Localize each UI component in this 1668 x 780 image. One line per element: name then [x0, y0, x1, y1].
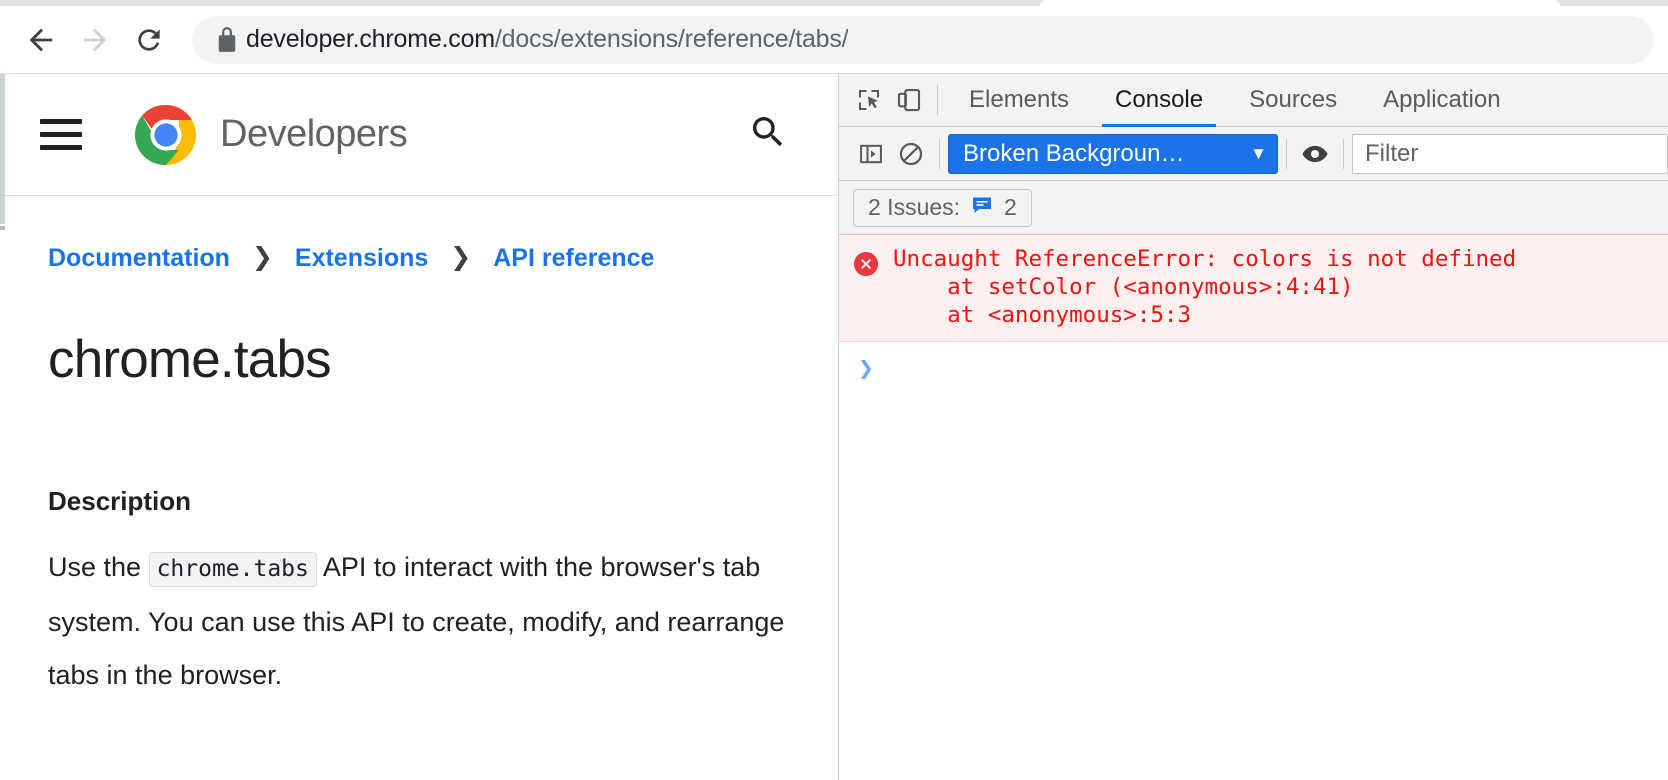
- issues-bar: 2 Issues: 2: [839, 181, 1668, 235]
- console-filter-placeholder: Filter: [1365, 139, 1419, 167]
- issues-count: 2: [1004, 194, 1017, 220]
- web-page-viewport: Developers Documentation ❯ Extensions ❯ …: [0, 74, 838, 780]
- error-message-text: Uncaught ReferenceError: colors is not d…: [893, 246, 1517, 328]
- tab-elements-label: Elements: [969, 86, 1070, 113]
- tab-sources[interactable]: Sources: [1226, 74, 1360, 127]
- breadcrumb-item-extensions[interactable]: Extensions: [295, 244, 428, 273]
- breadcrumb-item-api-reference[interactable]: API reference: [493, 244, 654, 273]
- clear-console-icon[interactable]: [891, 134, 931, 174]
- chevron-right-icon: ❯: [251, 243, 273, 271]
- issue-message-icon: [970, 193, 994, 222]
- lock-icon[interactable]: [210, 26, 244, 53]
- breadcrumb: Documentation ❯ Extensions ❯ API referen…: [48, 244, 798, 273]
- live-expression-eye-icon[interactable]: [1295, 134, 1335, 174]
- console-sidebar-icon[interactable]: [851, 134, 891, 174]
- chevron-right-icon: ❯: [450, 243, 472, 271]
- device-toolbar-icon[interactable]: [889, 80, 929, 120]
- devtools-tabs: Elements Console Sources Application: [946, 74, 1524, 127]
- tab-application[interactable]: Application: [1360, 74, 1523, 127]
- chevron-right-icon: ❯: [858, 354, 874, 384]
- forward-button[interactable]: [68, 13, 122, 67]
- inspect-element-icon[interactable]: [849, 80, 889, 120]
- reload-button[interactable]: [122, 13, 176, 67]
- reload-icon: [133, 24, 165, 56]
- tab-console[interactable]: Console: [1092, 74, 1226, 127]
- site-search-button[interactable]: [740, 107, 796, 163]
- toolbar-divider: [939, 138, 940, 169]
- description-paragraph: Use the chrome.tabs API to interact with…: [48, 541, 798, 702]
- hamburger-menu-icon[interactable]: [40, 115, 84, 155]
- tab-elements[interactable]: Elements: [946, 74, 1092, 127]
- js-context-value: Broken Backgroun…: [963, 139, 1185, 167]
- description-heading: Description: [48, 486, 192, 516]
- issues-label: 2 Issues:: [868, 194, 961, 220]
- back-button[interactable]: [14, 13, 68, 67]
- prompt-chevron-column: ❯: [839, 356, 893, 382]
- devtools-tab-bar: Elements Console Sources Application: [839, 74, 1668, 127]
- toolbar-divider: [1343, 138, 1344, 169]
- search-icon: [748, 112, 788, 157]
- breadcrumb-item-documentation[interactable]: Documentation: [48, 244, 230, 273]
- site-header: Developers: [0, 74, 838, 196]
- console-prompt-row[interactable]: ❯: [839, 342, 1668, 386]
- console-message-error[interactable]: Uncaught ReferenceError: colors is not d…: [839, 235, 1668, 342]
- doc-content: Documentation ❯ Extensions ❯ API referen…: [0, 196, 838, 702]
- chrome-logo-icon: [134, 103, 198, 167]
- error-icon-column: [839, 245, 893, 276]
- brand-name: Developers: [220, 113, 408, 155]
- page-title: chrome.tabs: [48, 330, 332, 389]
- inline-code-chrome-tabs: chrome.tabs: [148, 552, 317, 587]
- issues-chip[interactable]: 2 Issues: 2: [853, 188, 1032, 227]
- address-bar[interactable]: developer.chrome.com/docs/extensions/ref…: [192, 15, 1654, 64]
- console-toolbar: Broken Backgroun… ▼ Filter: [839, 127, 1668, 181]
- tab-console-label: Console: [1115, 86, 1204, 113]
- toolbar-divider: [1286, 138, 1287, 169]
- console-filter-input[interactable]: Filter: [1352, 133, 1668, 174]
- browser-toolbar: developer.chrome.com/docs/extensions/ref…: [0, 6, 1668, 74]
- console-input[interactable]: [893, 356, 1668, 386]
- screenshot-root: developer.chrome.com/docs/extensions/ref…: [0, 0, 1668, 780]
- arrow-left-icon: [24, 23, 58, 57]
- description-text-part1: Use the: [48, 552, 149, 582]
- url-path: /docs/extensions/reference/tabs/: [494, 25, 849, 53]
- brand-lockup[interactable]: Developers: [134, 103, 408, 167]
- arrow-right-icon: [78, 23, 112, 57]
- address-bar-text: developer.chrome.com/docs/extensions/ref…: [246, 25, 848, 54]
- url-host: developer.chrome.com: [246, 25, 495, 53]
- chevron-down-icon: ▼: [1250, 144, 1267, 163]
- page-left-edge-artifact: [0, 74, 5, 780]
- tab-application-label: Application: [1383, 86, 1501, 113]
- js-context-selector[interactable]: Broken Backgroun… ▼: [948, 133, 1278, 174]
- tab-sources-label: Sources: [1249, 86, 1338, 113]
- error-circle-icon: [854, 252, 878, 276]
- toolbar-divider: [937, 85, 938, 115]
- devtools-panel: Elements Console Sources Application Bro…: [838, 74, 1668, 780]
